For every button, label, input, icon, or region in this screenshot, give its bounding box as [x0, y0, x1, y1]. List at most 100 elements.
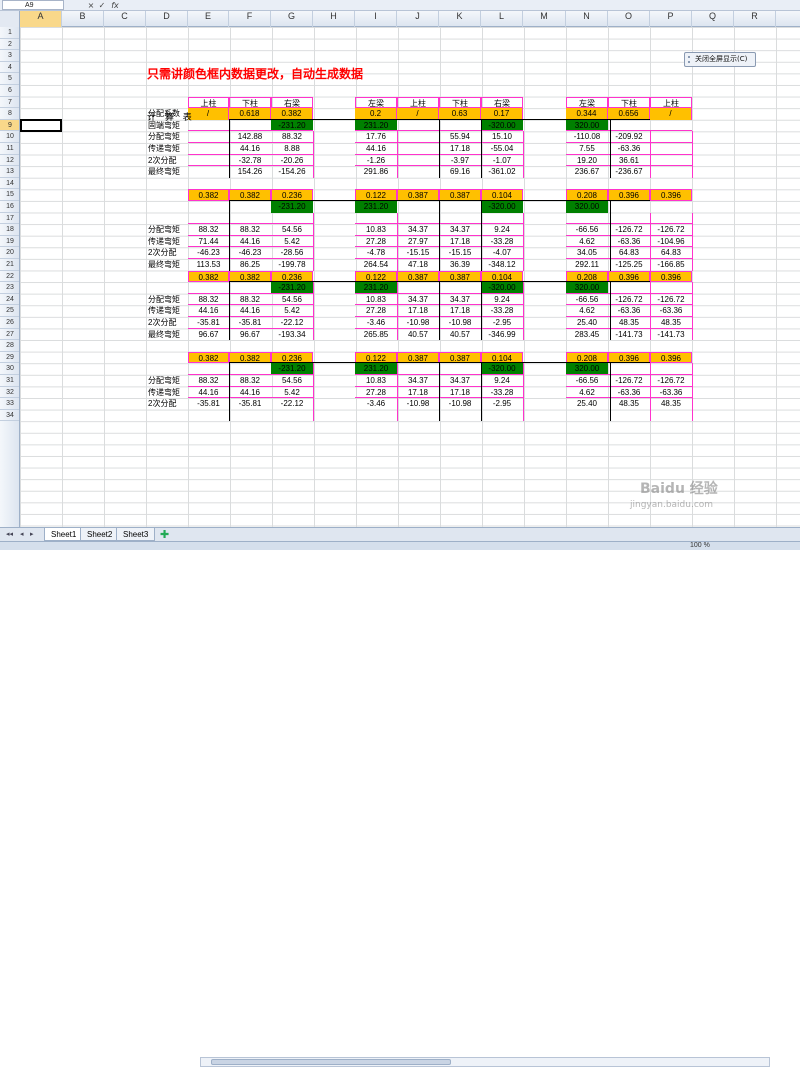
column-header-b[interactable]: B — [62, 11, 104, 27]
row-label[interactable]: 2次分配 — [146, 247, 188, 259]
row-label[interactable]: 分配弯矩 — [146, 224, 188, 236]
row-header-7[interactable]: 7 — [0, 97, 19, 109]
row-header-18[interactable]: 18 — [0, 224, 19, 236]
row-header-2[interactable]: 2 — [0, 39, 19, 51]
coef-cell[interactable]: 0.396 — [650, 351, 692, 364]
row-label[interactable]: 传递弯矩 — [146, 387, 188, 399]
fixed-moment-cell[interactable]: -320.00 — [481, 201, 523, 213]
worksheet-grid[interactable]: 上柱 下柱 右梁 左梁 上柱 下柱 右梁 左梁 下柱 上柱 分配系数/0.618 0.382 0.2/0… — [20, 27, 800, 527]
column-label[interactable]: 右梁 — [481, 96, 523, 109]
column-header-k[interactable]: K — [439, 11, 481, 27]
row-header-14[interactable]: 14 — [0, 178, 19, 190]
column-header-g[interactable]: G — [271, 11, 313, 27]
coef-cell[interactable]: 0.396 — [650, 189, 692, 201]
value-cell[interactable]: 283.45 — [566, 329, 608, 341]
row-label[interactable]: 传递弯矩 — [146, 143, 188, 155]
row-header-31[interactable]: 31 — [0, 375, 19, 387]
value-cell[interactable]: -10.98 — [439, 398, 481, 410]
row-label[interactable]: 最终弯矩 — [146, 259, 188, 271]
column-label[interactable]: 右梁 — [271, 96, 313, 109]
selected-cell[interactable] — [20, 118, 62, 133]
column-label[interactable]: 上柱 — [188, 96, 229, 109]
row-header-5[interactable]: 5 — [0, 73, 19, 85]
value-cell[interactable]: -2.95 — [481, 398, 523, 410]
column-label[interactable]: 下柱 — [608, 96, 650, 109]
row-header-1[interactable]: 1 — [0, 27, 19, 39]
column-header-i[interactable]: I — [355, 11, 397, 27]
row-header-33[interactable]: 33 — [0, 398, 19, 410]
row-header-27[interactable]: 27 — [0, 329, 19, 341]
value-cell[interactable]: -361.02 — [481, 166, 523, 178]
value-cell[interactable]: 154.26 — [229, 166, 271, 178]
fixed-moment-cell[interactable]: -231.20 — [271, 201, 313, 213]
value-cell[interactable]: -125.25 — [608, 259, 650, 271]
value-cell[interactable]: 48.35 — [650, 398, 692, 410]
row-header-26[interactable]: 26 — [0, 317, 19, 329]
scrollbar-thumb[interactable] — [211, 1059, 451, 1065]
name-box[interactable]: A9 — [2, 0, 64, 10]
fixed-moment-cell[interactable]: 320.00 — [566, 201, 608, 213]
row-header-17[interactable]: 17 — [0, 213, 19, 225]
row-header-29[interactable]: 29 — [0, 352, 19, 364]
row-header-34[interactable]: 34 — [0, 410, 19, 422]
value-cell[interactable]: 86.25 — [229, 259, 271, 271]
coef-cell[interactable]: 0.382 — [188, 189, 229, 201]
value-cell[interactable]: -22.12 — [271, 398, 313, 410]
column-header-r[interactable]: R — [734, 11, 776, 27]
value-cell[interactable]: -141.73 — [608, 329, 650, 341]
row-header-23[interactable]: 23 — [0, 282, 19, 294]
value-cell[interactable]: -199.78 — [271, 259, 313, 271]
column-label[interactable]: 左梁 — [566, 96, 608, 109]
value-cell[interactable]: 96.67 — [229, 329, 271, 341]
row-header-16[interactable]: 16 — [0, 201, 19, 213]
value-cell[interactable]: -166.85 — [650, 259, 692, 271]
value-cell[interactable]: -193.34 — [271, 329, 313, 341]
cancel-icon[interactable]: × — [86, 1, 96, 10]
column-header-f[interactable]: F — [229, 11, 271, 27]
select-all-corner[interactable] — [0, 11, 20, 27]
coef-cell[interactable]: 0.382 — [188, 270, 229, 283]
column-header-c[interactable]: C — [104, 11, 146, 27]
column-label[interactable]: 下柱 — [229, 96, 271, 109]
prev-sheet-icon[interactable]: ◂ — [20, 530, 24, 538]
value-cell[interactable]: -154.26 — [271, 166, 313, 178]
value-cell[interactable]: -10.98 — [397, 398, 439, 410]
value-cell[interactable]: 40.57 — [397, 329, 439, 341]
value-cell[interactable]: -35.81 — [229, 398, 271, 410]
row-header-8[interactable]: 8 — [0, 108, 19, 120]
row-header-15[interactable]: 15 — [0, 189, 19, 201]
column-label[interactable]: 下柱 — [439, 96, 481, 109]
row-header-32[interactable]: 32 — [0, 387, 19, 399]
value-cell[interactable]: 47.18 — [397, 259, 439, 271]
value-cell[interactable]: 36.39 — [439, 259, 481, 271]
row-label[interactable]: 2次分配 — [146, 155, 188, 167]
row-label[interactable]: 传递弯矩 — [146, 305, 188, 317]
column-label[interactable]: 左梁 — [355, 96, 397, 109]
column-header-d[interactable]: D — [146, 11, 188, 27]
function-icon[interactable]: fx — [110, 1, 120, 10]
column-header-l[interactable]: L — [481, 11, 523, 27]
row-header-21[interactable]: 21 — [0, 259, 19, 271]
row-header-25[interactable]: 25 — [0, 305, 19, 317]
value-cell[interactable]: 113.53 — [188, 259, 229, 271]
coef-cell[interactable]: / — [650, 108, 692, 120]
sheet-tab-2[interactable]: Sheet2 — [80, 528, 120, 541]
column-header-o[interactable]: O — [608, 11, 650, 27]
row-header-12[interactable]: 12 — [0, 155, 19, 167]
value-cell[interactable]: 69.16 — [439, 166, 481, 178]
row-label[interactable]: 分配弯矩 — [146, 375, 188, 387]
row-header-6[interactable]: 6 — [0, 85, 19, 97]
row-label[interactable]: 最终弯矩 — [146, 166, 188, 178]
column-header-j[interactable]: J — [397, 11, 439, 27]
row-header-24[interactable]: 24 — [0, 294, 19, 306]
row-header-3[interactable]: 3 — [0, 50, 19, 62]
column-header-q[interactable]: Q — [692, 11, 734, 27]
column-header-p[interactable]: P — [650, 11, 692, 27]
row-header-4[interactable]: 4 — [0, 62, 19, 74]
row-header-10[interactable]: 10 — [0, 131, 19, 143]
value-cell[interactable]: 96.67 — [188, 329, 229, 341]
row-label[interactable]: 传递弯矩 — [146, 236, 188, 248]
row-header-20[interactable]: 20 — [0, 247, 19, 259]
horizontal-scrollbar[interactable] — [200, 1057, 770, 1067]
row-header-22[interactable]: 22 — [0, 271, 19, 283]
